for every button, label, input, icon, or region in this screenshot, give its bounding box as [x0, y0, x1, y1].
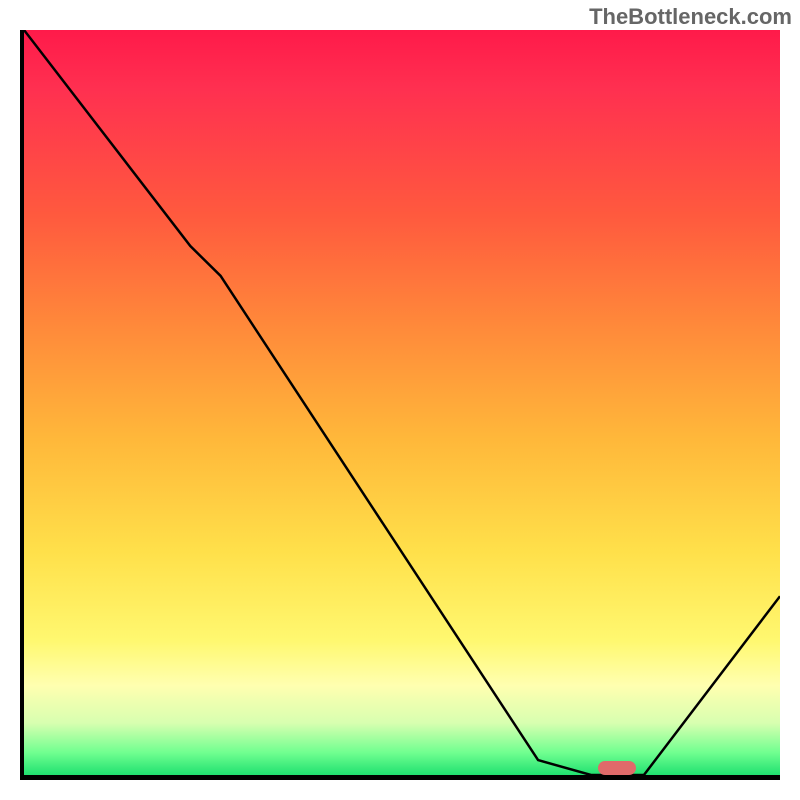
- watermark-text: TheBottleneck.com: [589, 4, 792, 30]
- optimum-marker: [598, 761, 636, 775]
- bottleneck-curve: [24, 30, 780, 775]
- plot-area: [20, 30, 780, 780]
- curve-svg: [24, 30, 780, 775]
- chart-container: TheBottleneck.com: [0, 0, 800, 800]
